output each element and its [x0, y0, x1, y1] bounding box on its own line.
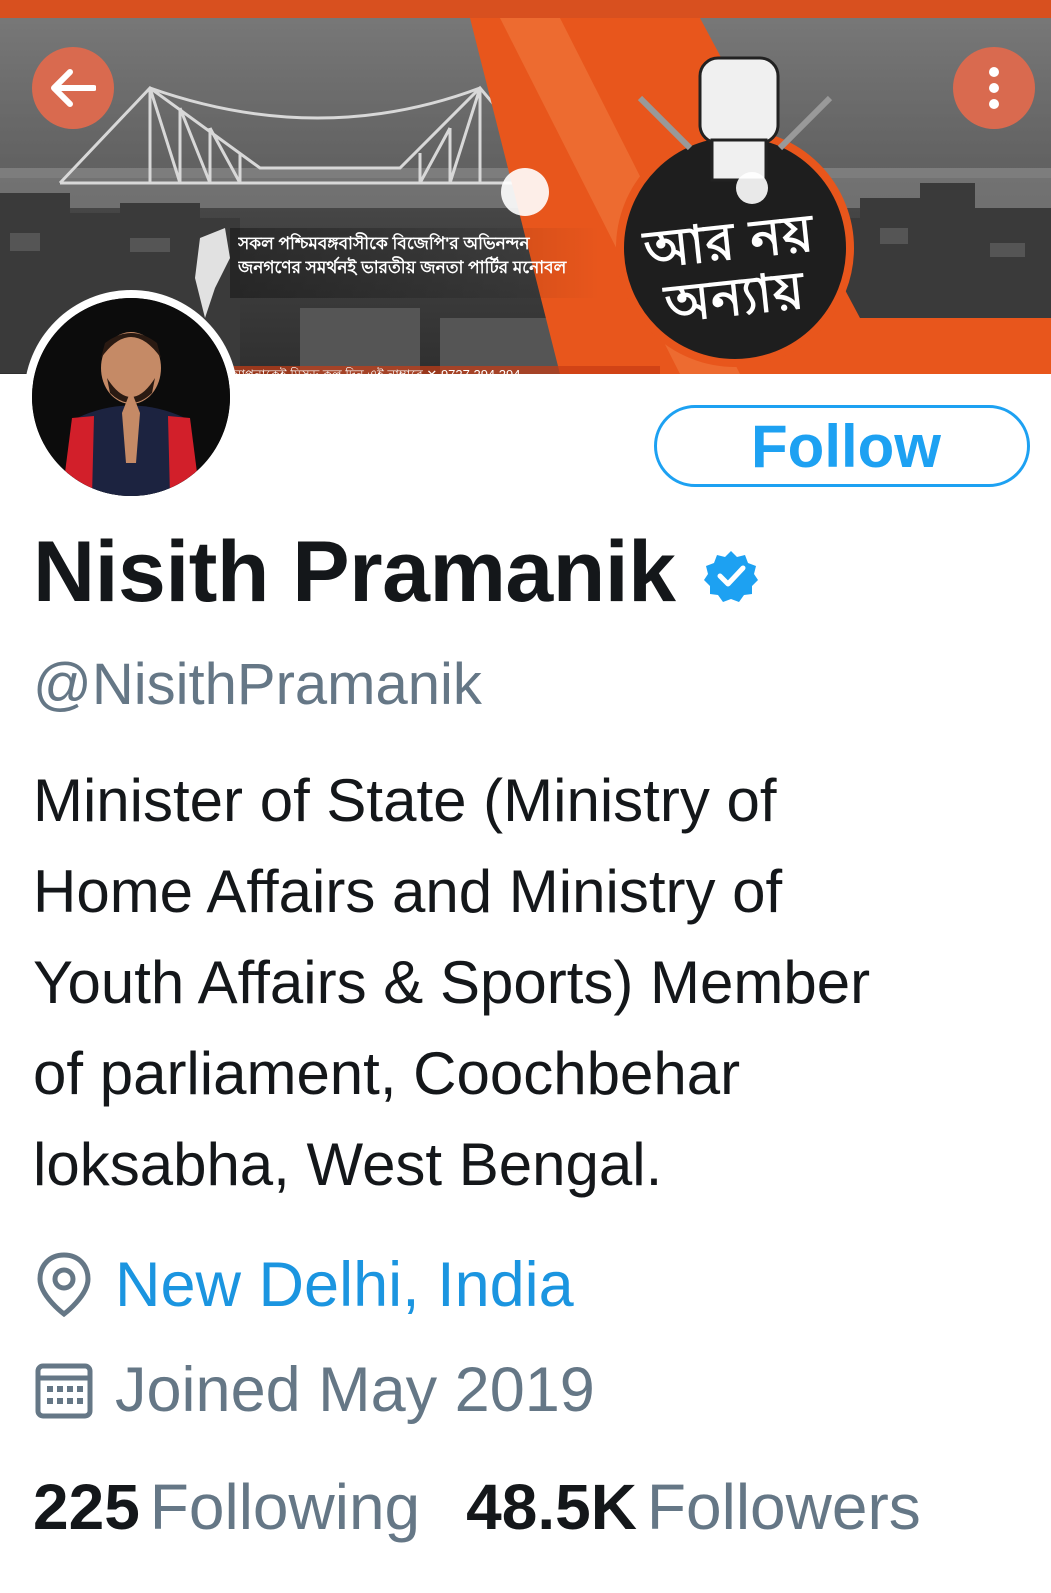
location-link[interactable]: New Delhi, India [115, 1245, 574, 1325]
bio-line: loksabha, West Bengal. [33, 1131, 663, 1198]
profile-bio: Minister of State (Ministry of Home Affa… [33, 755, 1043, 1210]
following-stat[interactable]: 225 Following [33, 1470, 420, 1544]
following-count: 225 [33, 1471, 140, 1543]
banner-caption: সকল পশ্চিমবঙ্গবাসীকে বিজেপি'র অভিনন্দন জ… [230, 228, 600, 298]
more-vertical-icon [989, 67, 999, 109]
bio-line: of parliament, Coochbehar [33, 1040, 741, 1107]
verified-badge-icon [703, 551, 758, 602]
followers-count: 48.5K [466, 1471, 637, 1543]
more-options-button[interactable] [953, 47, 1035, 129]
banner-caption-line1: সকল পশ্চিমবঙ্গবাসীকে বিজেপি'র অভিনন্দন [238, 234, 530, 253]
bio-line: Home Affairs and Ministry of [33, 858, 783, 925]
profile-name-row: Nisith Pramanik [33, 522, 758, 622]
bio-line: Minister of State (Ministry of [33, 767, 777, 834]
arrow-left-icon [51, 69, 96, 107]
followers-stat[interactable]: 48.5K Followers [466, 1470, 921, 1544]
profile-name: Nisith Pramanik [33, 524, 676, 620]
follow-button[interactable]: Follow [654, 405, 1030, 487]
profile-stats: 225 Following 48.5K Followers [33, 1470, 921, 1544]
avatar-photo [32, 298, 230, 496]
location-pin-icon [33, 1245, 95, 1325]
profile-location[interactable]: New Delhi, India [33, 1245, 574, 1325]
following-label: Following [149, 1471, 421, 1543]
banner-footer: আপনাকেই মিসড কল দিন এই নাম্বারে ✕ 9727 2… [230, 366, 660, 374]
avatar[interactable] [24, 290, 238, 504]
calendar-icon [33, 1350, 95, 1430]
back-button[interactable] [32, 47, 114, 129]
status-bar [0, 0, 1051, 18]
joined-date: Joined May 2019 [115, 1355, 595, 1425]
followers-label: Followers [646, 1471, 921, 1543]
bio-line: Youth Affairs & Sports) Member [33, 949, 871, 1016]
profile-handle: @NisithPramanik [33, 652, 482, 717]
banner-caption-line2: জনগণের সমর্থনই ভারতীয় জনতা পার্টির মনোব… [238, 258, 567, 277]
profile-joined: Joined May 2019 [33, 1350, 595, 1430]
